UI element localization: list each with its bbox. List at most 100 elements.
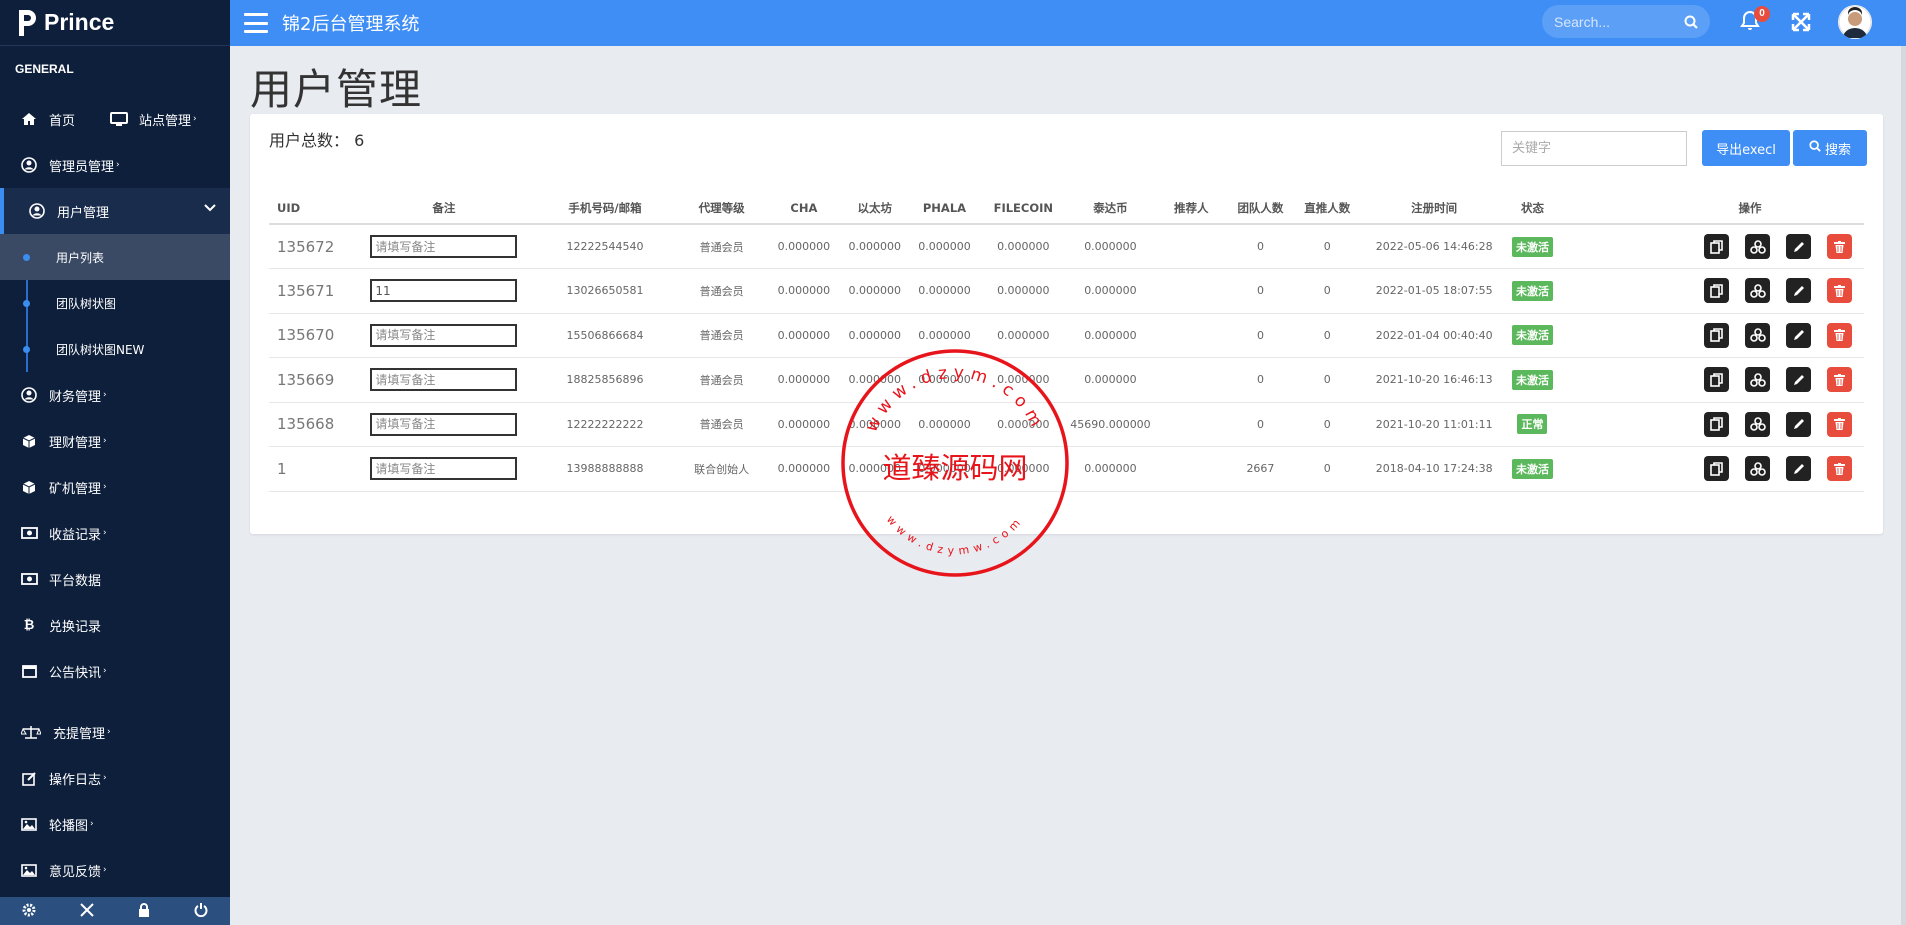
edit-icon[interactable] — [1786, 234, 1811, 259]
status-badge: 未激活 — [1511, 458, 1553, 479]
topbar: 锦2后台管理系统 0 — [230, 0, 1906, 46]
copy-icon[interactable] — [1704, 367, 1729, 393]
money-icon — [20, 524, 38, 542]
sidebar-item-deposit-withdraw[interactable]: 充提管理 › — [0, 709, 230, 755]
column-header[interactable]: 直推人数 — [1294, 192, 1360, 225]
sidebar-subitem-team-tree-new[interactable]: 团队树状图NEW — [0, 326, 230, 372]
note-input[interactable] — [370, 235, 518, 258]
column-header[interactable]: PHALA — [906, 192, 983, 225]
delete-icon[interactable] — [1827, 234, 1852, 259]
sidebar-item-admin[interactable]: 管理员管理 › — [0, 142, 230, 188]
search-input[interactable] — [1542, 13, 1682, 30]
sidebar-subitem-user-list[interactable]: 用户列表 — [0, 234, 230, 280]
sidebar-item-label: 轮播图 — [49, 818, 89, 834]
phone-cell: 12222544540 — [531, 224, 679, 269]
edit-icon[interactable] — [1786, 411, 1811, 437]
copy-icon[interactable] — [1704, 411, 1729, 437]
column-header[interactable]: UID — [269, 192, 356, 225]
note-cell — [355, 313, 532, 358]
sidebar-item-carousel[interactable]: 轮播图 › — [0, 801, 230, 847]
fil-cell: 0.000000 — [982, 313, 1065, 358]
delete-icon[interactable] — [1827, 322, 1852, 348]
sidebar-item-finance[interactable]: 财务管理 › — [0, 372, 230, 418]
column-header[interactable]: 手机号码/邮箱 — [531, 192, 679, 225]
team-icon[interactable] — [1745, 411, 1770, 437]
edit-icon[interactable] — [1786, 367, 1811, 393]
column-header[interactable]: 状态 — [1508, 192, 1557, 225]
phone-cell: 13026650581 — [531, 268, 679, 314]
note-input[interactable] — [370, 412, 518, 436]
table-row: 13567212222544540普通会员0.0000000.0000000.0… — [269, 224, 1864, 269]
search-button[interactable]: 搜索 — [1793, 130, 1867, 166]
column-header[interactable]: 泰达币 — [1064, 192, 1157, 225]
keyword-input[interactable] — [1501, 131, 1687, 166]
note-input[interactable] — [370, 323, 518, 347]
sidebar-item-feedback[interactable]: 意见反馈 › — [0, 847, 230, 893]
usdt-cell: 0.000000 — [1064, 446, 1157, 492]
sidebar-item-operation-log[interactable]: 操作日志 › — [0, 755, 230, 801]
sidebar-item-miner[interactable]: 矿机管理 › — [0, 464, 230, 510]
fil-cell: 0.000000 — [982, 446, 1065, 492]
scrollbar[interactable] — [1901, 46, 1906, 925]
column-header[interactable]: 代理等级 — [678, 192, 766, 225]
edit-icon[interactable] — [1786, 278, 1811, 304]
fullscreen-icon[interactable] — [1791, 12, 1811, 36]
search-icon[interactable] — [1684, 14, 1698, 33]
column-header[interactable]: 备注 — [355, 192, 532, 225]
sidebar-item-site[interactable]: 站点管理 › — [110, 110, 197, 129]
column-header[interactable]: 推荐人 — [1156, 192, 1227, 225]
prince-logo-icon — [16, 8, 40, 38]
sidebar-item-exchange[interactable]: ₿ 兑换记录 — [0, 602, 230, 648]
sidebar-item-wealth[interactable]: 理财管理 › — [0, 418, 230, 464]
sidebar-item-users[interactable]: 用户管理 — [0, 188, 230, 234]
column-header[interactable]: 以太坊 — [842, 192, 907, 225]
power-icon[interactable] — [194, 902, 208, 921]
team-icon[interactable] — [1745, 278, 1770, 304]
delete-icon[interactable] — [1827, 411, 1852, 437]
lock-icon[interactable] — [138, 902, 150, 921]
copy-icon[interactable] — [1704, 234, 1729, 259]
delete-icon[interactable] — [1827, 456, 1852, 482]
team-icon[interactable] — [1745, 456, 1770, 482]
copy-icon[interactable] — [1704, 322, 1729, 348]
sidebar-item-announcements[interactable]: 公告快讯 › — [0, 648, 230, 694]
column-header[interactable]: 团队人数 — [1226, 192, 1295, 225]
hamburger-menu-icon[interactable] — [244, 13, 268, 33]
export-excel-button[interactable]: 导出execl — [1702, 130, 1790, 166]
column-header[interactable]: FILECOIN — [982, 192, 1065, 225]
sidebar-item-platform-data[interactable]: 平台数据 — [0, 556, 230, 602]
copy-icon[interactable] — [1704, 456, 1729, 482]
usdt-cell: 0.000000 — [1064, 224, 1157, 269]
team-icon[interactable] — [1745, 367, 1770, 393]
user-circle-icon — [20, 156, 38, 174]
column-header[interactable]: 注册时间 — [1359, 192, 1509, 225]
direct-cell: 0 — [1294, 313, 1360, 358]
nav-row-home-site: 首页 站点管理 › — [0, 96, 230, 142]
table-row: 13567015506866684普通会员0.0000000.0000000.0… — [269, 313, 1864, 358]
note-input[interactable] — [370, 457, 518, 481]
delete-icon[interactable] — [1827, 367, 1852, 393]
note-input[interactable] — [370, 279, 518, 303]
copy-icon[interactable] — [1704, 278, 1729, 304]
gear-icon[interactable] — [22, 902, 36, 921]
brand-logo[interactable]: Prince — [0, 0, 230, 46]
delete-icon[interactable] — [1827, 278, 1852, 304]
users-submenu: 用户列表 团队树状图 团队树状图NEW — [0, 234, 230, 372]
search-button-label: 搜索 — [1824, 142, 1851, 158]
avatar[interactable] — [1838, 5, 1872, 39]
expand-icon[interactable] — [80, 902, 94, 921]
sidebar-item-home[interactable]: 首页 — [20, 110, 110, 129]
sidebar-item-income[interactable]: 收益记录 › — [0, 510, 230, 556]
chevron-down-icon — [204, 202, 216, 217]
phala-cell: 0.000000 — [906, 268, 983, 314]
sidebar-subitem-team-tree[interactable]: 团队树状图 — [0, 280, 230, 326]
team-icon[interactable] — [1745, 322, 1770, 348]
edit-icon[interactable] — [1786, 456, 1811, 482]
column-header[interactable]: CHA — [765, 192, 843, 225]
note-input[interactable] — [370, 368, 518, 392]
edit-icon[interactable] — [1786, 322, 1811, 348]
phone-cell: 18825856896 — [531, 357, 679, 403]
note-cell — [355, 268, 532, 314]
team-icon[interactable] — [1745, 234, 1770, 259]
phala-cell: 0.000000 — [906, 357, 983, 403]
